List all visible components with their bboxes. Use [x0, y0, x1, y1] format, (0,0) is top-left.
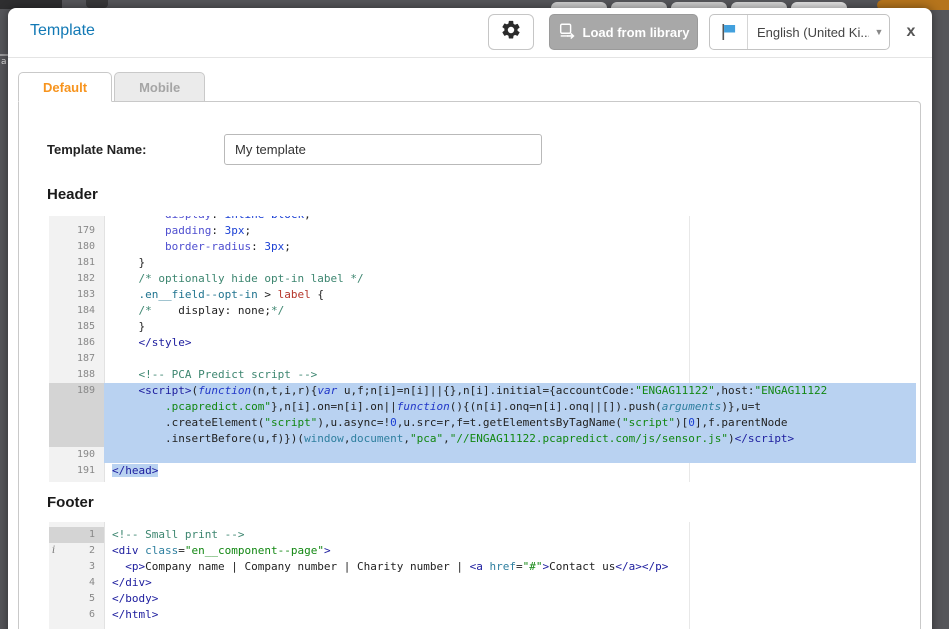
code-line[interactable]: 186 </style>	[49, 335, 916, 351]
line-number: 182	[49, 271, 104, 287]
code-text: .pcapredict.com"},n[i].on=n[i].on||funct…	[104, 399, 916, 415]
background-remnant: a	[1, 57, 7, 67]
code-text: <!-- PCA Predict script -->	[104, 367, 916, 383]
line-number: 184	[49, 303, 104, 319]
code-line[interactable]: 183 .en__field--opt-in > label {	[49, 287, 916, 303]
code-line[interactable]: 3 <p>Company name | Company number | Cha…	[49, 559, 916, 575]
code-text: <script>(function(n,t,i,r){var u,f;n[i]=…	[104, 383, 916, 399]
background-remnant	[0, 54, 8, 56]
template-dialog: Template Load from library	[8, 8, 932, 629]
code-text: padding: 3px;	[104, 223, 916, 239]
line-number: 185	[49, 319, 104, 335]
code-text: }	[104, 255, 916, 271]
line-number: 4	[49, 575, 104, 591]
code-line[interactable]: 182 /* optionally hide opt-in label */	[49, 271, 916, 287]
tab-panel: Template Name: Header display: inline-bl…	[18, 101, 921, 629]
tab-default[interactable]: Default	[18, 72, 112, 102]
line-number	[49, 431, 104, 447]
close-button[interactable]: x	[900, 21, 922, 43]
code-text: border-radius: 3px;	[104, 239, 916, 255]
code-line[interactable]: 190	[49, 447, 916, 463]
line-number: 191	[49, 463, 104, 479]
footer-section-title: Footer	[47, 494, 94, 511]
line-number: i2	[49, 543, 104, 559]
footer-code-editor[interactable]: 1<!-- Small print -->i2<div class="en__c…	[49, 522, 916, 629]
code-line[interactable]: 5</body>	[49, 591, 916, 607]
code-line[interactable]: 179 padding: 3px;	[49, 223, 916, 239]
line-number: 183	[49, 287, 104, 303]
background-remnant	[86, 0, 108, 8]
line-number: 181	[49, 255, 104, 271]
code-line[interactable]: 189 <script>(function(n,t,i,r){var u,f;n…	[49, 383, 916, 399]
dialog-header: Template Load from library	[8, 8, 932, 58]
code-line[interactable]: 6</html>	[49, 607, 916, 623]
library-icon	[558, 22, 576, 43]
line-number: 1	[49, 527, 104, 543]
load-from-library-label: Load from library	[583, 25, 690, 40]
dialog-title: Template	[30, 22, 95, 40]
header-section-title: Header	[47, 186, 98, 203]
code-line[interactable]: 187	[49, 351, 916, 367]
line-number: 6	[49, 607, 104, 623]
code-text	[104, 447, 916, 463]
code-line[interactable]: 191</head>	[49, 463, 916, 479]
code-text: <div class="en__component--page">	[104, 543, 916, 559]
code-line[interactable]: .pcapredict.com"},n[i].on=n[i].on||funct…	[49, 399, 916, 415]
line-number: 188	[49, 367, 104, 383]
code-line[interactable]: 184 /* display: none;*/	[49, 303, 916, 319]
line-number: 189	[49, 383, 104, 399]
code-text: </html>	[104, 607, 916, 623]
tab-bar: Default Mobile	[18, 72, 207, 102]
code-text: .en__field--opt-in > label {	[104, 287, 916, 303]
line-number: 186	[49, 335, 104, 351]
code-line[interactable]: .createElement("script"),u.async=!0,u.sr…	[49, 415, 916, 431]
line-number: 5	[49, 591, 104, 607]
line-number	[49, 415, 104, 431]
line-number: 3	[49, 559, 104, 575]
code-text: </style>	[104, 335, 916, 351]
flag-icon	[710, 15, 748, 49]
code-text: .createElement("script"),u.async=!0,u.sr…	[104, 415, 916, 431]
code-line[interactable]: 180 border-radius: 3px;	[49, 239, 916, 255]
line-number: 180	[49, 239, 104, 255]
code-text: .insertBefore(u,f)})(window,document,"pc…	[104, 431, 916, 447]
line-number: 190	[49, 447, 104, 463]
chevron-down-icon: ▼	[869, 15, 889, 49]
code-text: <!-- Small print -->	[104, 527, 916, 543]
code-line[interactable]: 185 }	[49, 319, 916, 335]
gear-icon	[500, 19, 522, 46]
code-text	[104, 351, 916, 367]
code-text: /* display: none;*/	[104, 303, 916, 319]
load-from-library-button[interactable]: Load from library	[549, 14, 698, 50]
line-number: 179	[49, 223, 104, 239]
code-line[interactable]: i2<div class="en__component--page">	[49, 543, 916, 559]
header-code-editor[interactable]: display: inline-block;179 padding: 3px;1…	[49, 216, 916, 482]
code-text: </body>	[104, 591, 916, 607]
code-line[interactable]: .insertBefore(u,f)})(window,document,"pc…	[49, 431, 916, 447]
code-line[interactable]: display: inline-block;	[49, 216, 916, 223]
template-name-label: Template Name:	[47, 142, 224, 157]
code-text: <p>Company name | Company number | Chari…	[104, 559, 916, 575]
settings-button[interactable]	[488, 14, 534, 50]
code-line[interactable]: 188 <!-- PCA Predict script -->	[49, 367, 916, 383]
code-text: display: inline-block;	[104, 216, 916, 223]
code-line[interactable]: 4</div>	[49, 575, 916, 591]
tab-mobile[interactable]: Mobile	[114, 72, 205, 102]
code-text: }	[104, 319, 916, 335]
line-number	[49, 216, 104, 223]
code-text: /* optionally hide opt-in label */	[104, 271, 916, 287]
code-text: </head>	[104, 463, 916, 479]
code-text: </div>	[104, 575, 916, 591]
line-number	[49, 399, 104, 415]
line-number: 187	[49, 351, 104, 367]
code-line[interactable]: 181 }	[49, 255, 916, 271]
language-select[interactable]: English (United Ki... ▼	[709, 14, 890, 50]
code-line[interactable]: 1<!-- Small print -->	[49, 527, 916, 543]
language-value: English (United Ki...	[748, 15, 869, 49]
template-name-row: Template Name:	[47, 134, 542, 165]
template-name-input[interactable]	[224, 134, 542, 165]
